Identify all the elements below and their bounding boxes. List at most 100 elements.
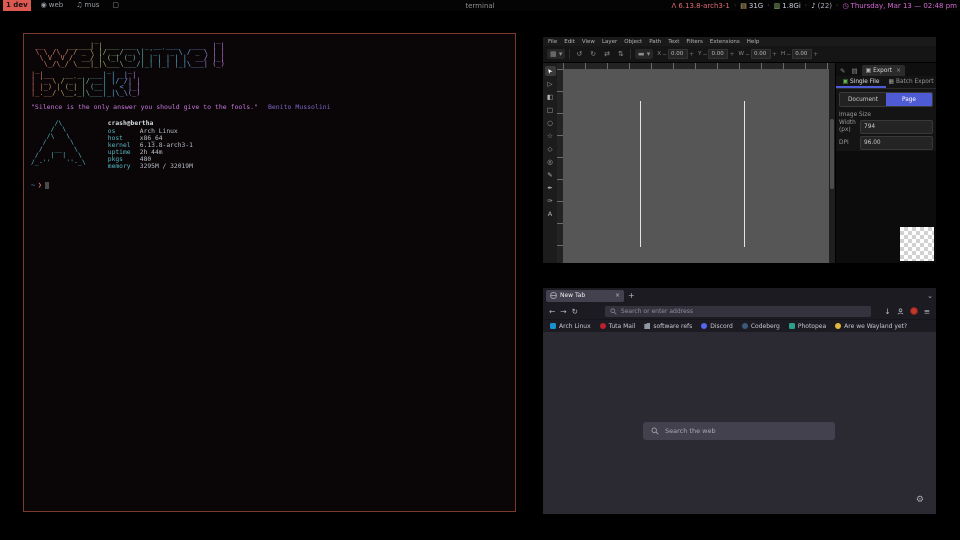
close-icon[interactable]: × <box>896 68 901 74</box>
document-button[interactable]: Document <box>840 93 886 106</box>
page-button[interactable]: Page <box>886 93 932 106</box>
disk-usage: 31G <box>749 2 763 10</box>
extension-icon[interactable] <box>910 307 918 315</box>
batch-export-icon: ▦ <box>889 79 894 85</box>
y-coordinate-spinbox[interactable]: Y − 0.00 + <box>698 49 734 59</box>
tuta-favicon <box>600 323 606 329</box>
account-icon[interactable] <box>897 308 904 315</box>
menu-extensions[interactable]: Extensions <box>710 39 740 45</box>
export-area-segment: Document Page <box>839 92 933 107</box>
bookmark-codeberg[interactable]: Codeberg <box>742 323 780 330</box>
selection-mode-dropdown[interactable]: ▦ ▾ <box>547 49 565 59</box>
browser-tab-new-tab[interactable]: New Tab × <box>546 290 624 302</box>
address-bar[interactable]: Search or enter address <box>605 306 872 317</box>
rotate-ccw-icon[interactable]: ↺ <box>574 50 584 58</box>
shell-prompt[interactable]: ~ ❯ <box>31 181 508 189</box>
memory-usage: 1.8Gi <box>782 2 801 10</box>
export-dialog-tab[interactable]: ▣ Export × <box>862 65 905 76</box>
workspace-tag-web[interactable]: ◉ web <box>38 0 67 11</box>
folder-icon <box>644 323 650 329</box>
text-tool[interactable]: A <box>545 209 556 219</box>
disk-module: ▤ 31G <box>740 2 763 10</box>
width-spinbox[interactable]: W − 0.00 + <box>739 49 778 59</box>
bookmark-are-we-wayland-yet[interactable]: Are we Wayland yet? <box>835 323 907 330</box>
flip-vertical-icon[interactable]: ⇅ <box>616 50 626 58</box>
workspace-tag-dev[interactable]: 1 dev <box>3 0 31 11</box>
export-width-input[interactable]: 794 <box>860 120 933 134</box>
pen-tool[interactable]: ✒ <box>545 183 556 193</box>
web-search-input[interactable]: Search the web <box>643 422 835 440</box>
menu-text[interactable]: Text <box>668 39 679 45</box>
box3d-tool[interactable]: ◇ <box>545 144 556 154</box>
canvas-scrollbar[interactable] <box>829 63 835 263</box>
tool-options-bar: ▦ ▾ ↺ ↻ ⇄ ⇅ ▬ ▾ X − 0.00 + Y − 0.00 + W … <box>543 46 936 63</box>
bookmark-discord[interactable]: Discord <box>701 323 733 330</box>
tab-title: New Tab <box>560 292 585 299</box>
dock-tab-bar: ✎ ▤ ▣ Export × <box>836 63 936 76</box>
scrollbar-thumb[interactable] <box>830 119 834 189</box>
decrement[interactable]: − <box>786 51 791 58</box>
decrement[interactable]: − <box>745 51 750 58</box>
rotate-cw-icon[interactable]: ↻ <box>588 50 598 58</box>
terminal-window[interactable]: _ _ __ _____| | ___ ___ _ __ ___ ___ | |… <box>23 33 516 512</box>
new-tab-button[interactable]: + <box>628 291 635 300</box>
decrement[interactable]: − <box>702 51 707 58</box>
downloads-icon[interactable]: ↓ <box>884 307 890 316</box>
increment[interactable]: + <box>689 51 694 58</box>
tab-single-file[interactable]: ▣ Single File <box>836 76 886 88</box>
page-border-left <box>640 101 641 247</box>
increment[interactable]: + <box>729 51 734 58</box>
prompt-chevron: ❯ <box>38 181 42 189</box>
menu-icon[interactable]: ≡ <box>924 307 930 316</box>
reload-button[interactable]: ↻ <box>572 307 578 316</box>
calligraphy-tool[interactable]: ✑ <box>545 196 556 206</box>
export-dpi-input[interactable]: 96.00 <box>860 136 933 150</box>
arch-logo-ascii: /\ / \ /\ \ / \ / __ \ / | | \ /_-'' ''-… <box>31 120 86 170</box>
menu-file[interactable]: File <box>548 39 557 45</box>
increment[interactable]: + <box>772 51 777 58</box>
ellipse-tool[interactable]: ○ <box>545 118 556 128</box>
menu-help[interactable]: Help <box>747 39 760 45</box>
drawing-canvas[interactable] <box>563 69 829 263</box>
tab-batch-export[interactable]: ▦ Batch Export <box>886 76 936 88</box>
bookmark-photopea[interactable]: Photopea <box>789 323 826 330</box>
address-bar-placeholder: Search or enter address <box>621 308 693 315</box>
menu-object[interactable]: Object <box>624 39 642 45</box>
bookmark-arch-linux[interactable]: Arch Linux <box>550 323 591 330</box>
menu-filters[interactable]: Filters <box>686 39 703 45</box>
node-tool[interactable]: ▷ <box>545 79 556 89</box>
workspace-tag-mus[interactable]: ♫ mus <box>73 0 102 11</box>
flip-horizontal-icon[interactable]: ⇄ <box>602 50 612 58</box>
workspace-tag-4[interactable]: ▢ <box>109 0 122 11</box>
pencil-tool[interactable]: ✎ <box>545 170 556 180</box>
star-tool[interactable]: ☆ <box>545 131 556 141</box>
menu-layer[interactable]: Layer <box>602 39 617 45</box>
layers-dialog-icon[interactable]: ▤ <box>849 67 859 76</box>
menu-view[interactable]: View <box>582 39 595 45</box>
bookmark-tuta-mail[interactable]: Tuta Mail <box>600 323 636 330</box>
menu-edit[interactable]: Edit <box>564 39 575 45</box>
tab-close-icon[interactable]: × <box>615 292 620 299</box>
rectangle-tool[interactable]: □ <box>545 105 556 115</box>
forward-button[interactable]: → <box>560 307 566 316</box>
align-dropdown[interactable]: ▬ ▾ <box>635 49 653 59</box>
selector-tool[interactable]: ➤ <box>545 66 556 76</box>
user-host: crash@bertha <box>108 120 193 127</box>
personalize-gear-icon[interactable]: ⚙ <box>916 495 924 505</box>
decrement[interactable]: − <box>662 51 667 58</box>
inkscape-menubar: File Edit View Layer Object Path Text Fi… <box>543 37 936 46</box>
height-spinbox[interactable]: H − 0.00 + <box>781 49 818 59</box>
export-icon: ▣ <box>866 68 871 74</box>
back-button[interactable]: ← <box>549 307 555 316</box>
shape-builder-tool[interactable]: ◧ <box>545 92 556 102</box>
increment[interactable]: + <box>813 51 818 58</box>
menu-path[interactable]: Path <box>649 39 661 45</box>
navigation-bar: ← → ↻ Search or enter address ↓ ≡ <box>543 303 936 319</box>
spiral-tool[interactable]: ◎ <box>545 157 556 167</box>
x-coordinate-spinbox[interactable]: X − 0.00 + <box>657 49 694 59</box>
bookmarks-bar: Arch Linux Tuta Mail software refs Disco… <box>543 319 936 332</box>
bookmark-folder-software-refs[interactable]: software refs <box>644 323 692 330</box>
fill-stroke-dialog-icon[interactable]: ✎ <box>838 67 847 76</box>
list-tabs-chevron[interactable]: ⌄ <box>927 292 933 300</box>
image-size-heading: Image Size <box>836 109 936 119</box>
